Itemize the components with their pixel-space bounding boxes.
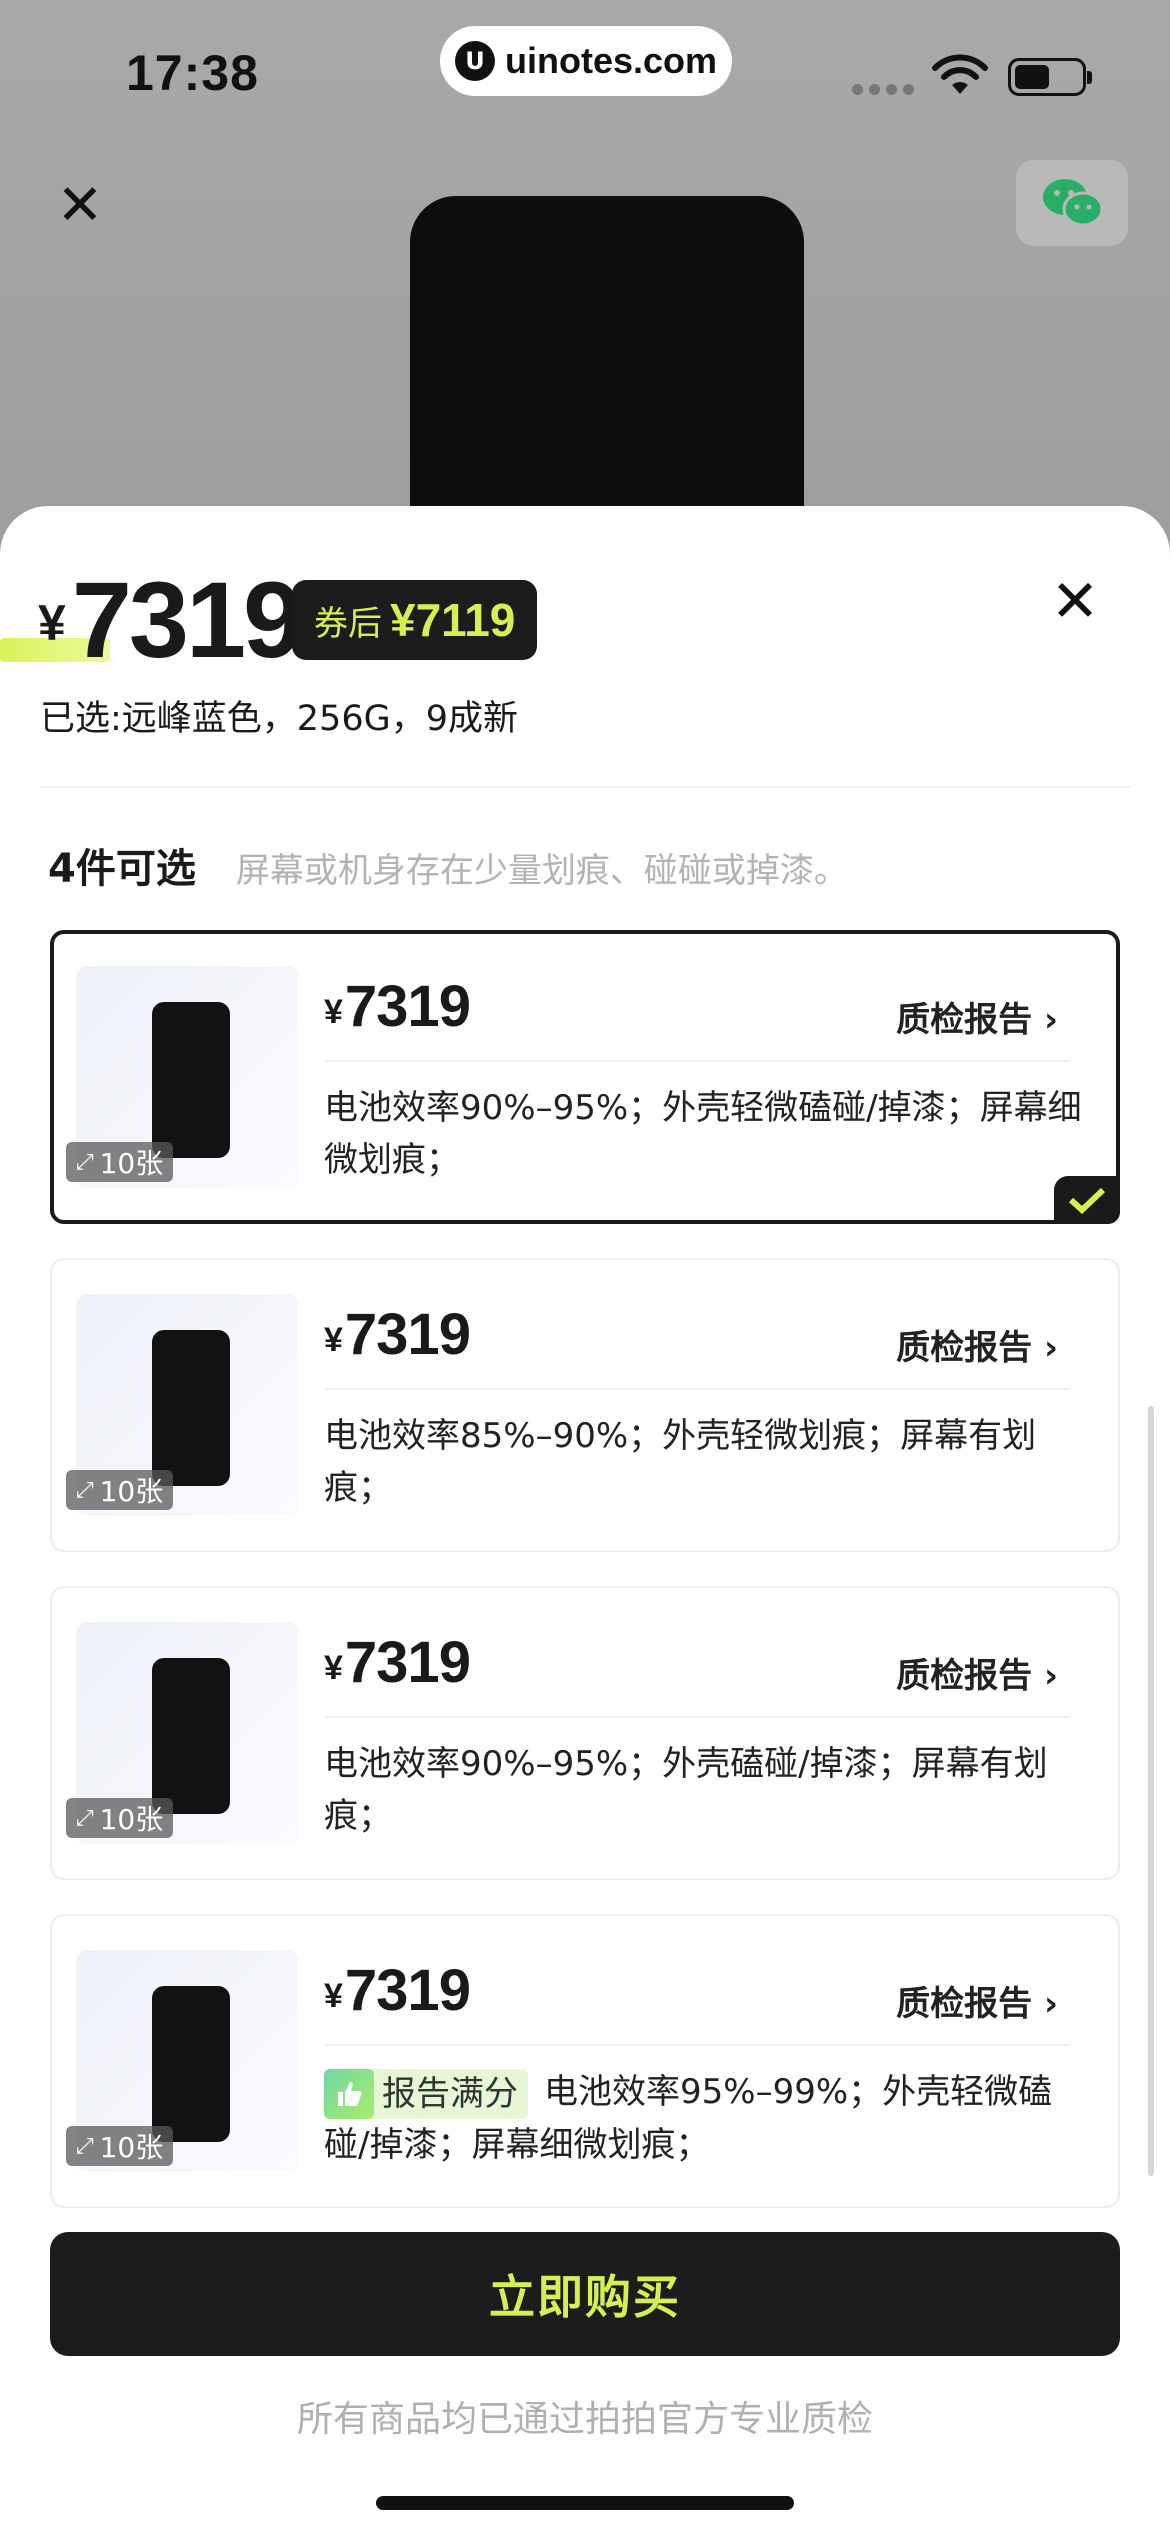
quality-footnote: 所有商品均已通过拍拍官方专业质检 [296, 2399, 873, 2440]
scrollbar[interactable] [1148, 1406, 1154, 2176]
item-card[interactable]: ⤢ 10张 ¥ 7319 质检报告 › 电池效率85%–90%；外壳轻微划痕；屏… [50, 1258, 1120, 1552]
availability-row: 4件可选 屏幕或机身存在少量划痕、碰碰或掉漆。 [48, 836, 848, 894]
divider [324, 2044, 1070, 2046]
buy-now-button[interactable]: 立即购买 [50, 2232, 1120, 2356]
inspection-report-link[interactable]: 质检报告 › [896, 1976, 1058, 2025]
price-value: 7319 [71, 559, 303, 680]
inspection-report-link[interactable]: 质检报告 › [896, 1320, 1058, 1369]
expand-icon: ⤢ [76, 1805, 94, 1831]
wechat-icon[interactable] [1016, 160, 1128, 246]
background-page: 17:38 U uinotes.com ✕ [0, 0, 1170, 616]
photo-count-badge: ⤢ 10张 [66, 1470, 174, 1510]
divider [324, 1716, 1070, 1718]
currency-symbol: ¥ [38, 595, 66, 651]
main-price: ¥ 7319 [38, 559, 303, 680]
item-price: ¥ 7319 [324, 1630, 471, 1695]
photo-count-badge: ⤢ 10张 [66, 1798, 174, 1838]
photo-count-badge: ⤢ 10张 [66, 2126, 174, 2166]
item-description: 电池效率85%–90%；外壳轻微划痕；屏幕有划痕； [324, 1416, 1037, 1508]
item-card-selected[interactable]: ⤢ 10张 ¥ 7319 质检报告 › 电池效率90%–95%；外壳轻微磕碰/掉… [50, 930, 1120, 1224]
full-score-badge: 报告满分 [324, 2068, 528, 2119]
item-description: 报告满分 电池效率95%–99%；外壳轻微磕碰/掉漆；屏幕细微划痕； [324, 2066, 1090, 2171]
inspection-report-link[interactable]: 质检报告 › [896, 1648, 1058, 1697]
available-note: 屏幕或机身存在少量划痕、碰碰或掉漆。 [235, 851, 848, 891]
home-indicator [376, 2496, 794, 2510]
status-bar: 17:38 U uinotes.com [0, 0, 1170, 150]
item-price: ¥ 7319 [324, 1302, 471, 1367]
selected-summary: 已选:远峰蓝色，256G，9成新 [40, 699, 518, 739]
watermark-badge: U uinotes.com [440, 26, 732, 96]
sheet-close-icon[interactable]: ✕ [1050, 566, 1100, 636]
checkmark-icon [1054, 1176, 1120, 1224]
coupon-label: 券后 [314, 603, 382, 644]
sku-selector-sheet: ¥ 7319 券后 ¥7119 ✕ 已选:远峰蓝色，256G，9成新 4件可选 … [0, 506, 1170, 2532]
item-card[interactable]: ⤢ 10张 ¥ 7319 质检报告 › 电池效率90%–95%；外壳磕碰/掉漆；… [50, 1586, 1120, 1880]
item-card[interactable]: ⤢ 10张 ¥ 7319 质检报告 › 报告满分 电池效率95%–99%；外壳轻… [50, 1914, 1120, 2208]
expand-icon: ⤢ [76, 2133, 94, 2159]
photo-count-badge: ⤢ 10张 [66, 1142, 174, 1182]
coupon-price: ¥7119 [390, 594, 516, 646]
expand-icon: ⤢ [76, 1149, 94, 1175]
divider [324, 1060, 1070, 1062]
watermark-text: uinotes.com [504, 40, 718, 81]
close-icon[interactable]: ✕ [52, 178, 108, 234]
wifi-icon [932, 54, 988, 94]
divider [40, 786, 1130, 788]
u-logo-icon: U [454, 41, 495, 81]
battery-icon [1008, 58, 1092, 96]
signal-icon [852, 84, 914, 95]
coupon-price-badge: 券后 ¥7119 [292, 580, 538, 660]
thumbs-up-icon [324, 2068, 374, 2119]
item-price: ¥ 7319 [324, 1958, 471, 2023]
inspection-report-link[interactable]: 质检报告 › [896, 992, 1058, 1041]
status-time: 17:38 [126, 45, 259, 101]
expand-icon: ⤢ [76, 1477, 94, 1503]
item-price: ¥ 7319 [324, 974, 471, 1039]
item-description: 电池效率90%–95%；外壳轻微磕碰/掉漆；屏幕细微划痕； [324, 1088, 1082, 1180]
item-description: 电池效率90%–95%；外壳磕碰/掉漆；屏幕有划痕； [324, 1744, 1048, 1836]
available-count: 4件可选 [48, 846, 196, 892]
divider [324, 1388, 1070, 1390]
